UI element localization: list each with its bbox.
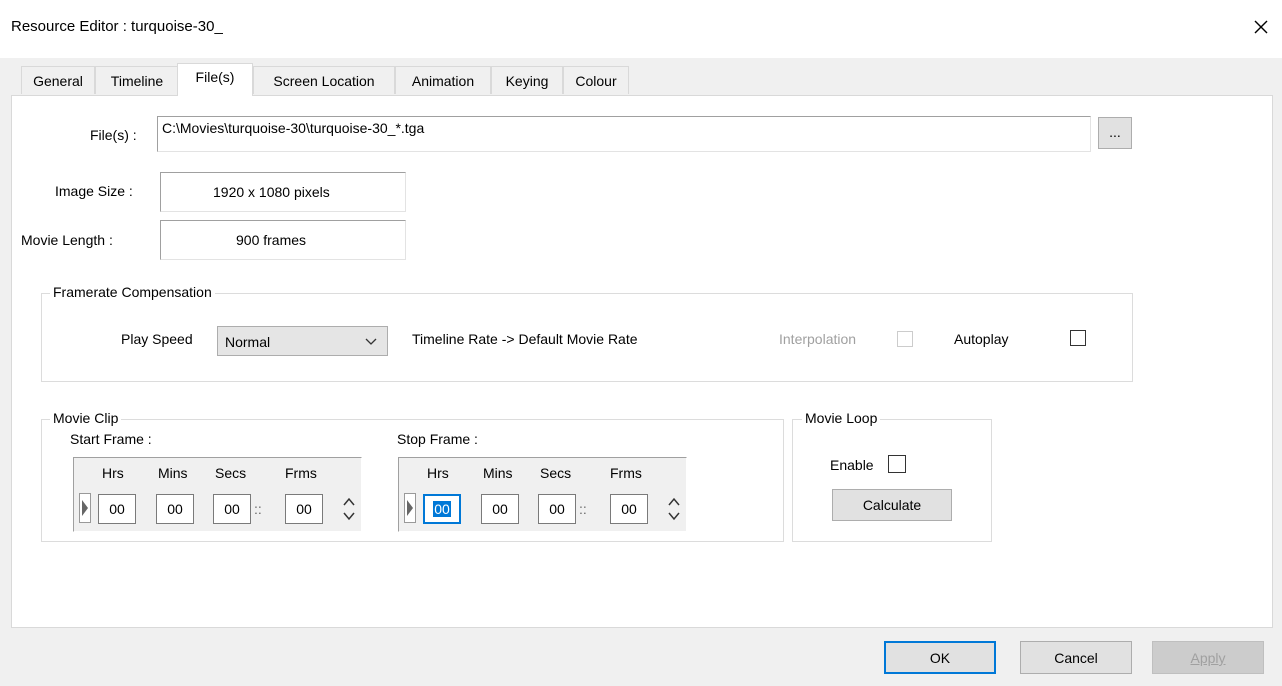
ok-button[interactable]: OK xyxy=(884,641,996,674)
stop-hrs-field[interactable]: 00 xyxy=(423,494,461,524)
play-marker-icon xyxy=(407,500,413,516)
tab-general[interactable]: General xyxy=(21,66,95,94)
secs-header: Secs xyxy=(540,465,572,481)
play-speed-label: Play Speed xyxy=(121,331,193,347)
stop-mins-field[interactable]: 00 xyxy=(481,494,519,524)
calculate-button[interactable]: Calculate xyxy=(832,489,952,521)
framerate-group-title: Framerate Compensation xyxy=(50,284,215,300)
row-indicator xyxy=(404,493,416,523)
enable-checkbox[interactable] xyxy=(888,455,906,473)
row-indicator xyxy=(79,493,91,523)
hrs-header: Hrs xyxy=(427,465,449,481)
movie-loop-group xyxy=(792,419,992,542)
tab-timeline[interactable]: Timeline xyxy=(95,66,179,94)
start-mins-field[interactable]: 00 xyxy=(156,494,194,524)
interpolation-label: Interpolation xyxy=(779,331,857,347)
start-frms-field[interactable]: 00 xyxy=(285,494,323,524)
mins-header: Mins xyxy=(483,465,513,481)
browse-button[interactable]: ... xyxy=(1098,117,1132,149)
start-secs-field[interactable]: 00 xyxy=(213,494,251,524)
files-label: File(s) : xyxy=(90,127,137,143)
autoplay-label: Autoplay xyxy=(954,331,1009,347)
tab-animation[interactable]: Animation xyxy=(395,66,491,94)
timeline-rate-text: Timeline Rate -> Default Movie Rate xyxy=(412,331,638,347)
close-icon[interactable] xyxy=(1250,16,1272,38)
tc-separator: :: xyxy=(254,501,262,517)
title-bar: Resource Editor : turquoise-30_ xyxy=(0,0,1282,58)
interpolation-checkbox[interactable] xyxy=(897,331,913,347)
files-field[interactable]: C:\Movies\turquoise-30\turquoise-30_*.tg… xyxy=(157,116,1091,152)
play-speed-select[interactable]: Normal xyxy=(217,326,388,356)
movie-clip-group-title: Movie Clip xyxy=(50,410,122,426)
tab-files[interactable]: File(s) xyxy=(177,63,253,96)
cancel-button[interactable]: Cancel xyxy=(1020,641,1132,674)
tc-separator: :: xyxy=(579,501,587,517)
movie-length-label: Movie Length : xyxy=(21,232,113,248)
start-frame-label: Start Frame : xyxy=(70,431,152,447)
play-marker-icon xyxy=(82,500,88,516)
frms-header: Frms xyxy=(285,465,317,481)
chevron-down-icon xyxy=(365,338,377,345)
start-spinner-icon[interactable] xyxy=(341,493,357,525)
mins-header: Mins xyxy=(158,465,188,481)
stop-timecode: Hrs Mins Secs Frms 00 00 00 :: 00 xyxy=(398,457,687,532)
stop-hrs-value: 00 xyxy=(433,501,451,517)
play-speed-value: Normal xyxy=(225,334,271,350)
tab-label: Animation xyxy=(411,73,475,89)
movie-length-field: 900 frames xyxy=(160,220,406,260)
tab-label: Timeline xyxy=(110,73,164,89)
frms-header: Frms xyxy=(610,465,642,481)
apply-button[interactable]: Apply xyxy=(1152,641,1264,674)
start-hrs-field[interactable]: 00 xyxy=(98,494,136,524)
tab-screen-location[interactable]: Screen Location xyxy=(253,66,395,94)
tab-keying[interactable]: Keying xyxy=(491,66,563,94)
tab-label: Keying xyxy=(505,73,549,89)
files-value: C:\Movies\turquoise-30\turquoise-30_*.tg… xyxy=(162,120,425,136)
tab-label: General xyxy=(33,73,83,89)
image-size-label: Image Size : xyxy=(55,183,133,199)
autoplay-checkbox[interactable] xyxy=(1070,330,1086,346)
window-title: Resource Editor : turquoise-30_ xyxy=(11,18,223,35)
tab-colour[interactable]: Colour xyxy=(563,66,629,94)
stop-spinner-icon[interactable] xyxy=(666,493,682,525)
stop-secs-field[interactable]: 00 xyxy=(538,494,576,524)
tab-label: Screen Location xyxy=(273,73,375,89)
image-size-value: 1920 x 1080 pixels xyxy=(213,184,330,200)
enable-label: Enable xyxy=(830,457,874,473)
start-timecode: Hrs Mins Secs Frms 00 00 00 :: 00 xyxy=(73,457,362,532)
tab-label: File(s) xyxy=(195,69,235,85)
hrs-header: Hrs xyxy=(102,465,124,481)
movie-loop-group-title: Movie Loop xyxy=(802,410,881,426)
image-size-field: 1920 x 1080 pixels xyxy=(160,172,406,212)
stop-frms-field[interactable]: 00 xyxy=(610,494,648,524)
tab-label: Colour xyxy=(575,73,617,89)
secs-header: Secs xyxy=(215,465,247,481)
stop-frame-label: Stop Frame : xyxy=(397,431,478,447)
movie-length-value: 900 frames xyxy=(236,232,307,248)
